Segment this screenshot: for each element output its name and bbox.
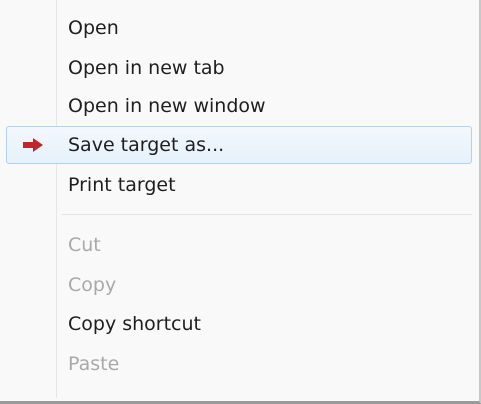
- menu-item-label: Open in new tab: [68, 57, 225, 79]
- menu-item-open[interactable]: Open: [6, 9, 472, 47]
- menu-item-label: Print target: [68, 174, 176, 196]
- menu-item-save-target-as[interactable]: Save target as...: [6, 126, 472, 164]
- context-menu: Open Open in new tab Open in new window …: [0, 0, 481, 404]
- menu-item-label: Cut: [68, 234, 101, 256]
- menu-item-copy[interactable]: Copy: [6, 266, 472, 304]
- menu-item-open-in-new-tab[interactable]: Open in new tab: [6, 49, 472, 87]
- menu-item-label: Copy: [68, 274, 117, 296]
- menu-item-label: Paste: [68, 353, 120, 375]
- menu-separator: [62, 214, 472, 215]
- menu-item-label: Open: [68, 17, 119, 39]
- menu-item-open-in-new-window[interactable]: Open in new window: [6, 87, 472, 125]
- menu-item-cut[interactable]: Cut: [6, 226, 472, 264]
- menu-item-print-target[interactable]: Print target: [6, 166, 472, 204]
- menu-item-label: Save target as...: [68, 134, 225, 156]
- menu-item-paste[interactable]: Paste: [6, 345, 472, 383]
- red-arrow-right-icon: [23, 138, 43, 152]
- menu-item-label: Open in new window: [68, 95, 266, 117]
- menu-item-copy-shortcut[interactable]: Copy shortcut: [6, 305, 472, 343]
- menu-item-label: Copy shortcut: [68, 313, 201, 335]
